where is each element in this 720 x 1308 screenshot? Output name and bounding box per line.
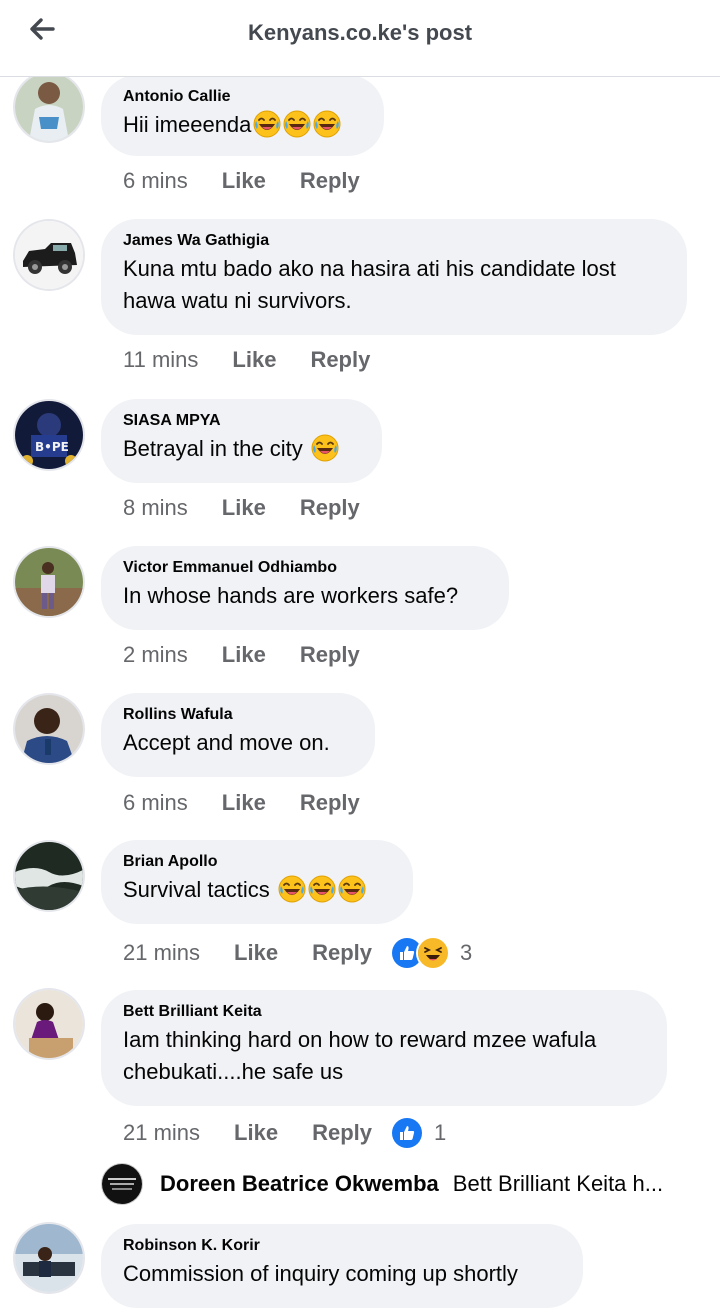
reaction-summary[interactable]: 3 (390, 936, 472, 970)
comment-author[interactable]: SIASA MPYA (123, 411, 360, 431)
like-button[interactable]: Like (222, 495, 266, 521)
comment-bubble[interactable]: SIASA MPYA Betrayal in the city (101, 399, 382, 483)
haha-reaction-icon (416, 936, 450, 970)
comment-bubble[interactable]: Antonio Callie Hii imeeenda (101, 75, 384, 156)
avatar[interactable] (102, 1164, 142, 1204)
comment-bubble[interactable]: Bett Brilliant Keita Iam thinking hard o… (101, 990, 667, 1106)
comment-text: Kuna mtu bado ako na hasira ati his cand… (123, 256, 616, 313)
like-button[interactable]: Like (234, 940, 278, 966)
comment-text: In whose hands are workers safe? (123, 583, 459, 608)
reply-button[interactable]: Reply (300, 642, 360, 668)
comment-meta: 11 mins Like Reply (123, 347, 370, 373)
comment-time[interactable]: 8 mins (123, 495, 188, 521)
like-button[interactable]: Like (222, 790, 266, 816)
comment-time[interactable]: 6 mins (123, 168, 188, 194)
avatar[interactable] (15, 695, 83, 763)
like-button[interactable]: Like (222, 168, 266, 194)
avatar[interactable] (15, 221, 83, 289)
comment-meta: 21 mins Like Reply 1 (123, 1116, 446, 1150)
reply-button[interactable]: Reply (312, 1120, 372, 1146)
like-button[interactable]: Like (232, 347, 276, 373)
reply-button[interactable]: Reply (300, 495, 360, 521)
reply-button[interactable]: Reply (312, 940, 372, 966)
page-title: Kenyans.co.ke's post (247, 20, 473, 45)
avatar[interactable] (15, 990, 83, 1058)
comment-meta: 8 mins Like Reply (123, 495, 360, 521)
comment-author[interactable]: Bett Brilliant Keita (123, 1002, 645, 1022)
comment-text: Survival tactics (123, 874, 391, 906)
comment-meta: 2 mins Like Reply (123, 642, 360, 668)
laughing-emoji-icon (253, 110, 281, 138)
comment-bubble[interactable]: Brian Apollo Survival tactics (101, 840, 413, 924)
reply-button[interactable]: Reply (310, 347, 370, 373)
comment-bubble[interactable]: Robinson K. Korir Commission of inquiry … (101, 1224, 583, 1308)
comment-time[interactable]: 2 mins (123, 642, 188, 668)
comment-time[interactable]: 21 mins (123, 1120, 200, 1146)
comment-text: Hii imeeenda (123, 109, 362, 141)
comments-feed[interactable]: Antonio Callie Hii imeeenda 6 mins Like … (0, 0, 720, 1308)
comment-meta: 21 mins Like Reply 3 (123, 936, 472, 970)
comment-meta: 6 mins Like Reply (123, 790, 360, 816)
laughing-emoji-icon (338, 875, 366, 903)
laughing-emoji-icon (308, 875, 336, 903)
comment-bubble[interactable]: Rollins Wafula Accept and move on. (101, 693, 375, 777)
comment-author[interactable]: Robinson K. Korir (123, 1236, 561, 1256)
comment-bubble[interactable]: James Wa Gathigia Kuna mtu bado ako na h… (101, 219, 687, 335)
comment-text: Betrayal in the city (123, 433, 360, 465)
comment-text: Iam thinking hard on how to reward mzee … (123, 1027, 597, 1084)
svg-text:B•PE: B•PE (35, 440, 69, 454)
laughing-emoji-icon (283, 110, 311, 138)
comment-author[interactable]: James Wa Gathigia (123, 231, 665, 251)
comment-author[interactable]: Antonio Callie (123, 87, 362, 107)
laughing-emoji-icon (278, 875, 306, 903)
avatar[interactable] (15, 842, 83, 910)
comment-author[interactable]: Victor Emmanuel Odhiambo (123, 558, 487, 578)
avatar[interactable]: B•PE (15, 401, 83, 469)
comment-bubble[interactable]: Victor Emmanuel Odhiambo In whose hands … (101, 546, 509, 630)
reaction-count: 3 (460, 940, 473, 965)
reply-button[interactable]: Reply (300, 790, 360, 816)
avatar[interactable] (15, 548, 83, 616)
laughing-emoji-icon (311, 434, 339, 462)
comment-meta: 6 mins Like Reply (123, 168, 360, 194)
comment-time[interactable]: 11 mins (123, 347, 198, 373)
comment-time[interactable]: 21 mins (123, 940, 200, 966)
reaction-summary[interactable]: 1 (390, 1116, 446, 1150)
comment-time[interactable]: 6 mins (123, 790, 188, 816)
reaction-count: 1 (434, 1120, 447, 1145)
like-button[interactable]: Like (222, 642, 266, 668)
comment-author[interactable]: Rollins Wafula (123, 705, 353, 725)
reply-button[interactable]: Reply (300, 168, 360, 194)
comment-author[interactable]: Brian Apollo (123, 852, 391, 872)
avatar[interactable] (15, 1224, 83, 1292)
laughing-emoji-icon (313, 110, 341, 138)
reply-text: Bett Brilliant Keita h... (452, 1171, 664, 1196)
avatar[interactable] (15, 73, 83, 141)
comment-text: Accept and move on. (123, 730, 330, 755)
reply-author[interactable]: Doreen Beatrice Okwemba (160, 1171, 439, 1197)
like-button[interactable]: Like (234, 1120, 278, 1146)
like-reaction-icon (390, 1116, 424, 1150)
top-bar: Kenyans.co.ke's post (0, 0, 720, 77)
comment-text: Commission of inquiry coming up shortly (123, 1261, 518, 1286)
reply-preview[interactable]: Doreen Beatrice Okwemba Bett Brilliant K… (102, 1162, 702, 1206)
